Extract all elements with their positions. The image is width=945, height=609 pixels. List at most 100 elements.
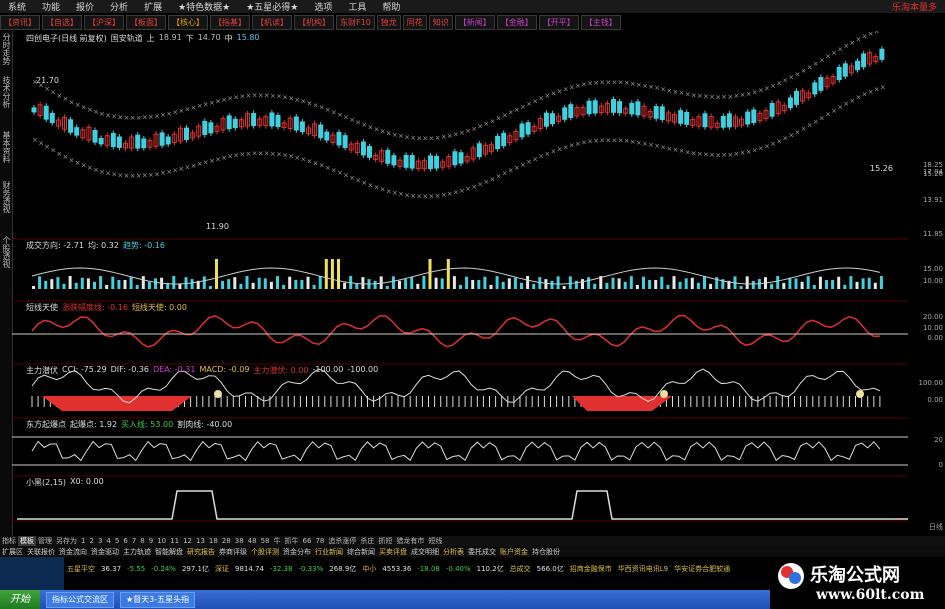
band-mark-lower: × (532, 155, 538, 163)
indicator-tab-23[interactable]: 抓牛 (283, 536, 301, 546)
extension-tab-15[interactable]: 委托成交 (466, 547, 498, 557)
band-mark-lower: × (599, 136, 605, 144)
vtab-1[interactable]: 技术分析 (1, 76, 11, 108)
band-mark-upper: × (801, 67, 807, 75)
indicator-tab-28[interactable]: 抓短 (376, 536, 394, 546)
indicator-tab-0[interactable]: 指标 (0, 536, 18, 546)
toolbar-button-14[interactable]: 【开平】 (538, 14, 579, 30)
menu-item-8[interactable]: 工具 (340, 0, 374, 13)
menu-item-2[interactable]: 报价 (68, 0, 102, 13)
indicator-tab-24[interactable]: 66 (301, 537, 314, 545)
lurk-panel-header: 主力潜伏 CCI: -75.29 DIF: -0.36 DEA: -0.31 M… (26, 365, 378, 376)
indicator-tab-8[interactable]: 5 (113, 537, 121, 545)
indicator-tab-7[interactable]: 4 (104, 537, 112, 545)
menu-item-7[interactable]: 选项 (306, 0, 340, 13)
volume-bar (263, 278, 267, 289)
menu-item-4[interactable]: 扩展 (136, 0, 170, 13)
indicator-tab-14[interactable]: 11 (168, 537, 181, 545)
vtab-0[interactable]: 分时走势 (1, 33, 11, 65)
extension-tab-7[interactable]: 券商评级 (217, 547, 249, 557)
toolbar-button-2[interactable]: 【沪深】 (84, 14, 124, 30)
candlestick-chart[interactable]: ××××××××××××××××××××××××××××××××××××××××… (12, 25, 908, 536)
toolbar-button-0[interactable]: 【资讯】 (0, 14, 40, 30)
band-mark-upper: × (416, 135, 422, 143)
band-mark-lower: × (99, 168, 105, 176)
indicator-tab-22[interactable]: 牛 (272, 536, 283, 546)
toolbar-button-10[interactable]: 同花 (402, 14, 427, 30)
indicator-tab-3[interactable]: 另存为 (54, 536, 79, 546)
toolbar-button-9[interactable]: 独龙 (376, 14, 401, 30)
extension-tab-0[interactable]: 扩展区 (0, 547, 25, 557)
indicator-tab-11[interactable]: 8 (138, 537, 146, 545)
toolbar-button-8[interactable]: 东财F10 (336, 14, 375, 30)
start-button[interactable]: 开始 (0, 590, 40, 609)
toolbar-button-6[interactable]: 【机读】 (252, 14, 292, 30)
menu-item-0[interactable]: 系统 (0, 0, 34, 13)
indicator-tab-5[interactable]: 2 (87, 537, 95, 545)
taskbar-task-0[interactable]: 指标公式交流区 (46, 591, 114, 608)
extension-tab-16[interactable]: 账户资金 (498, 547, 530, 557)
extension-tab-6[interactable]: 研究报告 (185, 547, 217, 557)
toolbar-button-1[interactable]: 【自选】 (42, 14, 82, 30)
menu-item-9[interactable]: 帮助 (374, 0, 408, 13)
extension-tab-4[interactable]: 主力轨迹 (121, 547, 153, 557)
extension-tab-5[interactable]: 智能解盘 (153, 547, 185, 557)
indicator-tab-12[interactable]: 9 (147, 537, 155, 545)
band-mark-lower: × (477, 181, 483, 189)
toolbar-button-5[interactable]: 【指基】 (210, 14, 250, 30)
toolbar-button-13[interactable]: 【金融】 (496, 14, 537, 30)
vtab-2[interactable]: 基本资料 (1, 131, 11, 163)
indicator-tab-29[interactable]: 猎龙有市 (394, 536, 426, 546)
toolbar-button-12[interactable]: 【新闻】 (454, 14, 495, 30)
extension-tab-13[interactable]: 成交明细 (409, 547, 441, 557)
toolbar-button-15[interactable]: 【主钱】 (580, 14, 621, 30)
mini-panel[interactable] (0, 557, 64, 590)
toolbar-button-4[interactable]: 【核心】 (168, 14, 208, 30)
band-mark-lower: × (569, 141, 575, 149)
extension-tab-14[interactable]: 分析表 (441, 547, 466, 557)
indicator-tab-10[interactable]: 7 (130, 537, 138, 545)
menu-item-6[interactable]: ★五星必得★ (238, 0, 306, 13)
indicator-tab-27[interactable]: 杀庄 (358, 536, 376, 546)
indicator-tab-16[interactable]: 13 (194, 537, 207, 545)
toolbar-button-3[interactable]: 【板面】 (126, 14, 166, 30)
indicator-tab-1[interactable]: 模板 (18, 536, 36, 546)
indicator-tab-20[interactable]: 48 (246, 537, 259, 545)
taskbar-task-1[interactable]: ★督天3-五星头指 (120, 591, 196, 608)
volume-bar (324, 259, 328, 289)
indicator-tab-15[interactable]: 12 (181, 537, 194, 545)
toolbar-button-11[interactable]: 知识 (428, 14, 453, 30)
candle-body (629, 102, 635, 115)
menu-item-3[interactable]: 分析 (102, 0, 136, 13)
indicator-tab-6[interactable]: 3 (96, 537, 104, 545)
menu-item-5[interactable]: ★特色数据★ (170, 0, 238, 13)
toolbar-button-7[interactable]: 【机构】 (294, 14, 334, 30)
extension-tab-9[interactable]: 资金分布 (281, 547, 313, 557)
indicator-tab-30[interactable]: 短线 (426, 536, 444, 546)
extension-tab-3[interactable]: 资金驱动 (89, 547, 121, 557)
indicator-tab-2[interactable]: 管理 (36, 536, 54, 546)
indicator-tab-17[interactable]: 18 (207, 537, 220, 545)
chart-area[interactable]: × × × × × × × × × × × × × × × × × × × × × × × × × × × × × × × × × × × × × × × ×… (12, 25, 908, 536)
band-mark-upper: × (770, 82, 776, 90)
extension-tab-17[interactable]: 持仓股份 (530, 547, 562, 557)
extension-tab-8[interactable]: 个股评测 (249, 547, 281, 557)
indicator-tab-25[interactable]: 78 (313, 537, 326, 545)
indicator-tab-13[interactable]: 10 (155, 537, 168, 545)
vtab-3[interactable]: 财务透视 (1, 181, 11, 213)
extension-tab-10[interactable]: 行业新闻 (313, 547, 345, 557)
indicator-tab-21[interactable]: 58 (259, 537, 272, 545)
extension-tab-12[interactable]: 买卖评盘 (377, 547, 409, 557)
extension-tab-2[interactable]: 资金流向 (57, 547, 89, 557)
extension-tab-1[interactable]: 关联报价 (25, 547, 57, 557)
volume-bar (879, 276, 883, 289)
menu-item-1[interactable]: 功能 (34, 0, 68, 13)
indicator-tab-26[interactable]: 追杀涨停 (326, 536, 358, 546)
extension-tab-11[interactable]: 综合新闻 (345, 547, 377, 557)
indicator-tab-18[interactable]: 28 (220, 537, 233, 545)
indicator-tab-9[interactable]: 6 (121, 537, 129, 545)
vtab-4[interactable]: 个股透视 (1, 236, 11, 268)
indicator-tab-19[interactable]: 38 (233, 537, 246, 545)
indicator-tab-4[interactable]: 1 (79, 537, 87, 545)
ticker-field-3: -0.24% (151, 564, 176, 573)
